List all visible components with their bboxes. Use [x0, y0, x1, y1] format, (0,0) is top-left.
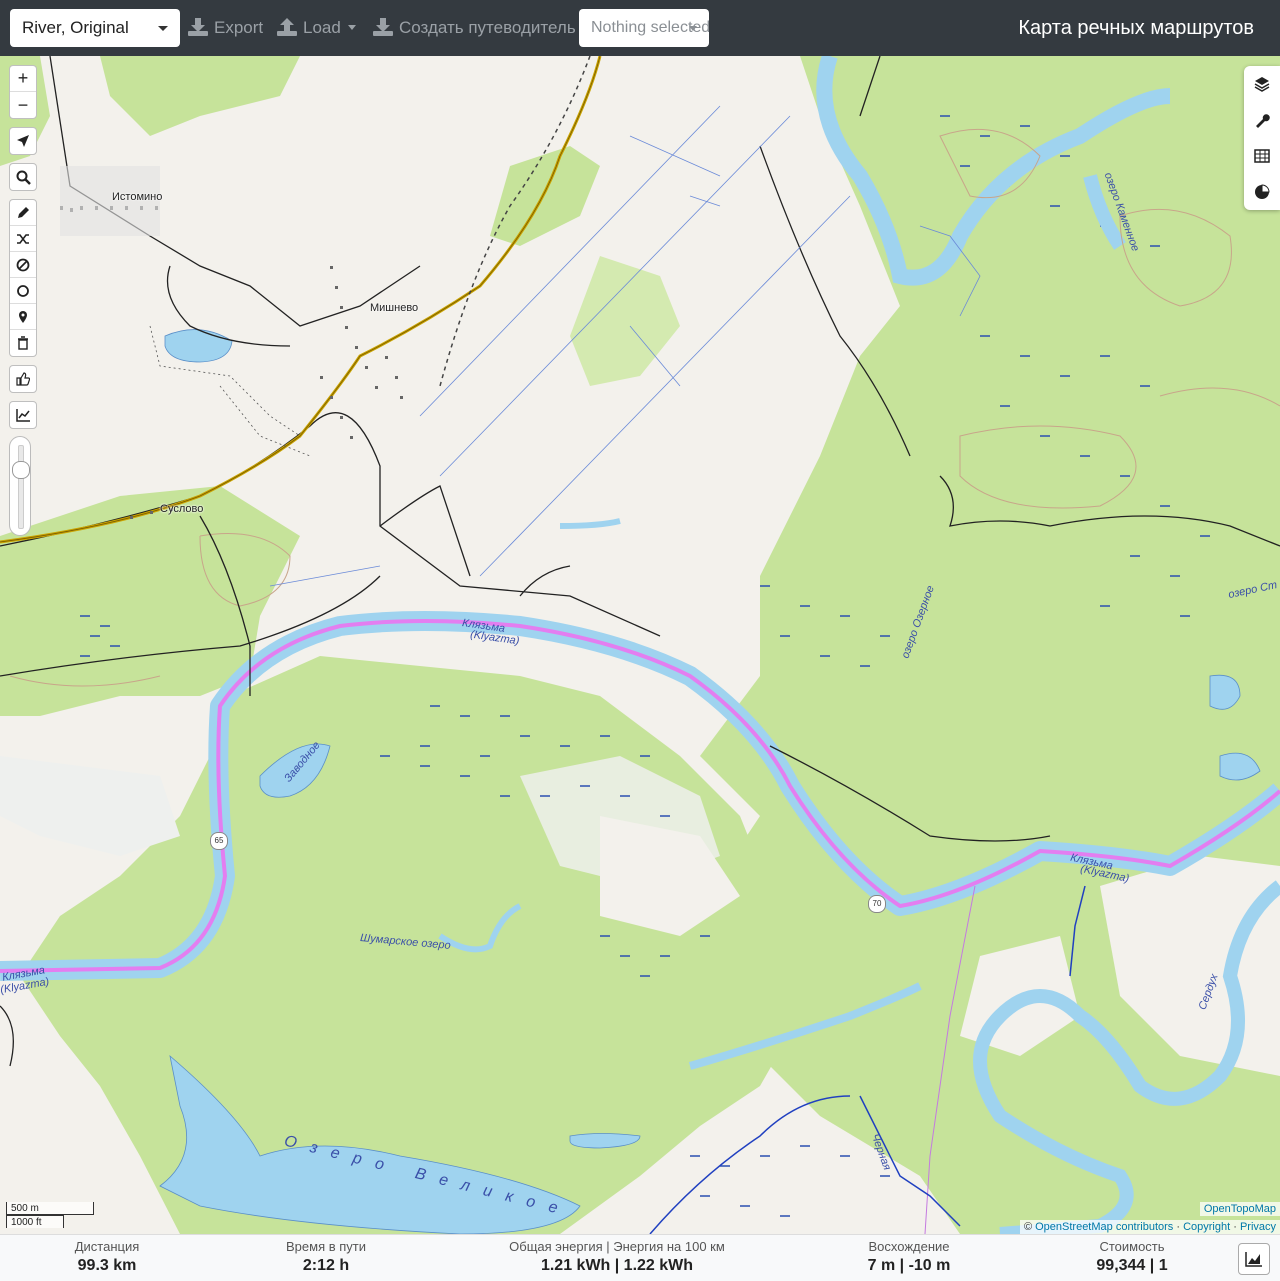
route-shield-70: 70 [868, 895, 886, 913]
opentopomap-link[interactable]: OpenTopoMap [1204, 1203, 1276, 1215]
route-stats-bar: Дистанция 99.3 km Время в пути 2:12 h Об… [0, 1234, 1280, 1281]
shuffle-icon [17, 233, 29, 244]
scale-bar: 500 m 1000 ft [6, 1202, 94, 1228]
stat-distance: Дистанция 99.3 km [60, 1239, 154, 1275]
stat-energy-value: 1.21 kWh | 1.22 kWh [540, 1257, 694, 1274]
table-button[interactable] [1244, 138, 1280, 174]
zoom-control: + − [9, 65, 37, 119]
reverse-route-button[interactable] [10, 226, 36, 252]
thumbs-up-button[interactable] [10, 366, 36, 392]
scale-metric: 500 m [6, 1202, 94, 1215]
draw-route-button[interactable] [10, 200, 36, 226]
toggle-elevation-chart-button[interactable] [1238, 1243, 1270, 1275]
slider-track [18, 445, 24, 529]
create-guide-label: Создать путеводитель [399, 18, 576, 37]
stat-energy-label: Общая энергия | Энергия на 100 км [509, 1239, 725, 1254]
stat-ascent-label: Восхождение [868, 1239, 950, 1254]
thumbs-up-icon [16, 372, 30, 386]
stat-time: Время в пути 2:12 h [276, 1239, 376, 1275]
load-button[interactable]: Load [277, 9, 356, 47]
map-label-mishnevo: Мишнево [370, 302, 419, 314]
privacy-link[interactable]: Privacy [1240, 1221, 1276, 1233]
chevron-down-icon [158, 26, 168, 31]
circle-icon [17, 284, 29, 297]
elevation-chart-button[interactable] [10, 402, 36, 428]
layers-icon [1254, 77, 1270, 92]
statistics-button[interactable] [1244, 174, 1280, 210]
locate-control [9, 127, 37, 155]
map-marker-icon [19, 310, 27, 323]
stat-distance-label: Дистанция [74, 1239, 140, 1254]
table-icon [1254, 149, 1270, 163]
download-icon [373, 18, 393, 36]
draw-toolbar [9, 199, 37, 357]
layers-button[interactable] [1244, 66, 1280, 102]
attribution-prefix: © [1023, 1221, 1036, 1233]
map-label-suslovo: Суслово [160, 503, 204, 515]
ban-icon [16, 258, 30, 271]
avoid-area-button[interactable] [10, 252, 36, 278]
zoom-out-button[interactable]: − [10, 92, 36, 118]
search-control [9, 163, 37, 191]
map-canvas[interactable]: Истомино Мишнево Суслово Клязьма (Klyazm… [0, 56, 1280, 1234]
trash-icon [18, 336, 28, 350]
opacity-slider[interactable] [9, 436, 31, 536]
poi-button[interactable] [10, 304, 36, 330]
stat-ascent-value: 7 m | -10 m [867, 1257, 951, 1274]
osm-link[interactable]: OpenStreetMap contributors [1035, 1221, 1173, 1233]
hand-control [9, 365, 37, 393]
pencil-icon [18, 206, 29, 218]
create-guide-button[interactable]: Создать путеводитель [373, 9, 576, 47]
chevron-down-icon [689, 26, 697, 31]
stat-energy: Общая энергия | Энергия на 100 км 1.21 k… [500, 1239, 734, 1275]
location-arrow-icon [17, 135, 29, 147]
line-chart-icon [15, 409, 30, 422]
chevron-down-icon [347, 25, 356, 30]
delete-route-button[interactable] [10, 330, 36, 356]
attribution-separator: · [1230, 1221, 1240, 1233]
search-button[interactable] [10, 164, 36, 190]
map-tiles [0, 56, 1280, 1234]
circle-waypoint-button[interactable] [10, 278, 36, 304]
elevation-control [9, 401, 37, 429]
search-icon [16, 170, 31, 185]
copyright-link[interactable]: Copyright [1183, 1221, 1230, 1233]
area-chart-icon [1245, 1252, 1262, 1267]
load-label: Load [303, 18, 341, 37]
zoom-in-button[interactable]: + [10, 66, 36, 92]
map-label-istomino: Истомино [112, 191, 163, 203]
route-shield-65: 65 [210, 832, 228, 850]
profile-select[interactable]: River, Original [10, 9, 180, 47]
download-icon [188, 18, 208, 36]
tile-attribution: OpenTopoMap [1199, 1202, 1280, 1216]
app-title: Карта речных маршрутов [1018, 17, 1254, 39]
map-attribution: © OpenStreetMap contributors · Copyright… [1019, 1220, 1280, 1234]
pie-chart-icon [1255, 184, 1270, 199]
stat-time-label: Время в пути [286, 1239, 366, 1254]
settings-button[interactable] [1244, 102, 1280, 138]
wrench-icon [1256, 114, 1270, 128]
stat-ascent: Восхождение 7 m | -10 m [856, 1239, 962, 1275]
top-navbar: River, Original Export Load Создать путе… [0, 0, 1280, 56]
scale-imperial: 1000 ft [6, 1215, 64, 1228]
selection-dropdown[interactable]: Nothing selected [579, 9, 709, 47]
stat-time-value: 2:12 h [302, 1257, 350, 1274]
export-button[interactable]: Export [188, 9, 263, 47]
stat-cost-label: Стоимость [1099, 1239, 1165, 1254]
profile-select-value: River, Original [22, 18, 129, 37]
stat-cost-value: 99,344 | 1 [1096, 1257, 1168, 1274]
export-label: Export [214, 18, 264, 37]
attribution-separator: · [1173, 1221, 1184, 1233]
stat-cost: Стоимость 99,344 | 1 [1082, 1239, 1182, 1275]
stat-distance-value: 99.3 km [77, 1257, 137, 1274]
right-toolbar [1244, 66, 1280, 210]
upload-icon [277, 18, 297, 36]
slider-handle[interactable] [12, 461, 30, 479]
locate-button[interactable] [10, 128, 36, 154]
